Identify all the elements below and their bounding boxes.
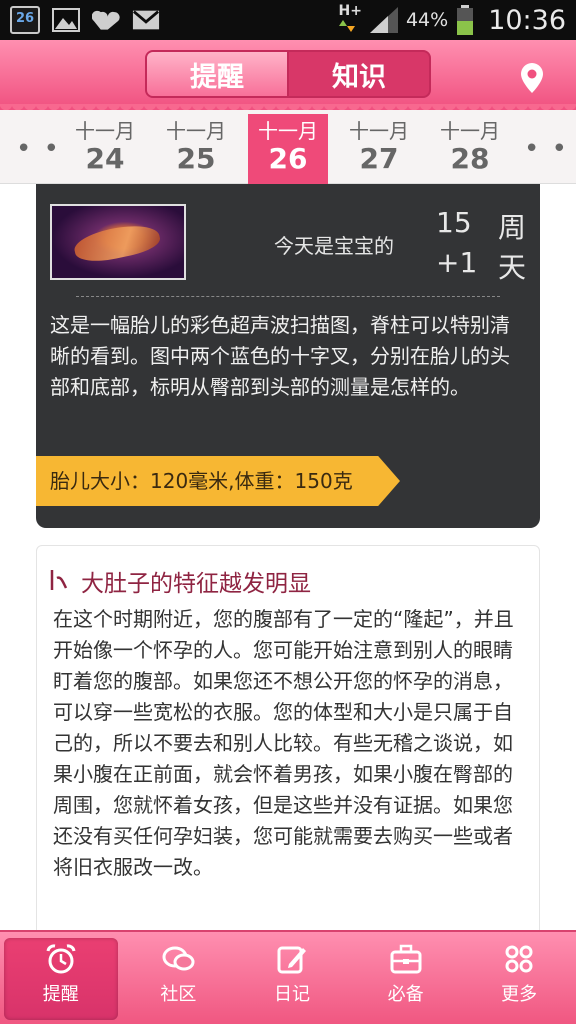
battery-icon bbox=[457, 5, 474, 35]
more-grid-icon bbox=[505, 945, 533, 973]
date-month: 十一月 bbox=[349, 119, 409, 143]
date-day: 25 bbox=[176, 142, 216, 175]
date-item-25[interactable]: 十一月 25 bbox=[156, 120, 236, 176]
edit-note-icon bbox=[277, 946, 306, 974]
chat-bubbles-icon bbox=[162, 946, 195, 971]
date-item-28[interactable]: 十一月 28 bbox=[430, 120, 510, 176]
date-month: 十一月 bbox=[75, 119, 135, 143]
tab-reminder[interactable]: 提醒 bbox=[147, 52, 289, 96]
nav-community[interactable]: 社区 bbox=[122, 932, 236, 1024]
article-body: 在这个时期附近，您的腹部有了一定的“隆起”，并且开始像一个怀孕的人。您可能开始注… bbox=[53, 607, 514, 879]
date-day: 27 bbox=[359, 142, 399, 175]
date-day: 28 bbox=[450, 142, 490, 175]
nav-label: 日记 bbox=[273, 984, 310, 1005]
date-strip: • • 十一月 24 十一月 25 十一月 26 十一月 27 十一月 28 •… bbox=[0, 110, 576, 200]
notification-icons: 26 bbox=[10, 6, 160, 34]
heart-icon bbox=[92, 7, 120, 33]
gallery-icon bbox=[52, 7, 80, 33]
nav-label: 更多 bbox=[501, 984, 538, 1005]
article-card: 大肚子的特征越发明显 在这个时期附近，您的腹部有了一定的“隆起”，并且开始像一个… bbox=[36, 545, 540, 945]
pregnancy-weeks: 15 bbox=[436, 206, 472, 239]
gmail-icon bbox=[132, 7, 160, 33]
ultrasound-image[interactable] bbox=[50, 204, 186, 280]
mode-segmented-control: 提醒 知识 bbox=[145, 50, 431, 98]
nav-reminder[interactable]: 提醒 bbox=[4, 938, 118, 1020]
today-label: 今天是宝宝的 bbox=[274, 234, 394, 258]
bottom-nav: 提醒 社区 日记 必备 更多 bbox=[0, 930, 576, 1024]
nav-diary[interactable]: 日记 bbox=[235, 932, 349, 1024]
location-pin-icon[interactable] bbox=[518, 62, 546, 94]
calendar-date: 26 bbox=[15, 11, 35, 26]
article-bookmark-icon bbox=[50, 570, 68, 590]
toolbox-icon bbox=[390, 944, 422, 974]
prev-dates-indicator[interactable]: • • bbox=[16, 134, 61, 164]
next-dates-indicator[interactable]: • • bbox=[524, 134, 569, 164]
nav-label: 提醒 bbox=[42, 984, 79, 1005]
nav-label: 必备 bbox=[387, 984, 424, 1005]
nav-more[interactable]: 更多 bbox=[462, 932, 576, 1024]
divider bbox=[76, 296, 500, 297]
system-status: H+ 44% 10:36 bbox=[338, 2, 566, 36]
date-month: 十一月 bbox=[166, 119, 226, 143]
signal-icon bbox=[369, 7, 398, 33]
days-unit: 天 bbox=[498, 251, 527, 284]
date-day: 24 bbox=[85, 142, 125, 175]
clock-time: 10:36 bbox=[488, 4, 566, 36]
nav-essentials[interactable]: 必备 bbox=[349, 932, 463, 1024]
data-arrows-icon: H+ bbox=[338, 2, 362, 36]
app-header: 提醒 知识 bbox=[0, 40, 576, 110]
baby-info-card: 今天是宝宝的 15 周 +1 天 这是一幅胎儿的彩色超声波扫描图，脊柱可以特别清… bbox=[36, 184, 540, 528]
network-type: H+ bbox=[338, 2, 362, 19]
date-day: 26 bbox=[268, 142, 308, 175]
article-title: 大肚子的特征越发明显 bbox=[81, 571, 311, 597]
date-month: 十一月 bbox=[258, 119, 318, 143]
alarm-clock-icon bbox=[46, 944, 76, 974]
fetal-size-tag: 胎儿大小：120毫米,体重：150克 bbox=[36, 456, 400, 506]
ultrasound-description: 这是一幅胎儿的彩色超声波扫描图，脊柱可以特别清晰的看到。图中两个蓝色的十字叉，分… bbox=[50, 313, 510, 399]
date-item-27[interactable]: 十一月 27 bbox=[339, 120, 419, 176]
calendar-icon: 26 bbox=[10, 6, 40, 34]
battery-percent: 44% bbox=[405, 9, 449, 31]
status-bar: 26 H+ 44% 10:36 bbox=[0, 0, 576, 40]
pregnancy-days: +1 bbox=[436, 246, 478, 279]
weeks-unit: 周 bbox=[498, 211, 527, 244]
date-month: 十一月 bbox=[440, 119, 500, 143]
tab-knowledge[interactable]: 知识 bbox=[289, 52, 429, 96]
date-item-24[interactable]: 十一月 24 bbox=[65, 120, 145, 176]
nav-label: 社区 bbox=[160, 984, 197, 1005]
